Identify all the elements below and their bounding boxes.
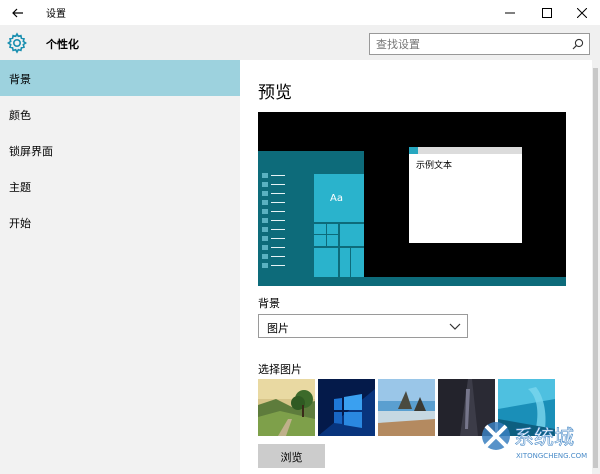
back-arrow-icon — [12, 8, 23, 17]
background-label: 背景 — [258, 297, 280, 310]
main-content: 预览 Aa 示例文本 背景 图片 选择图片 浏览 — [241, 60, 600, 474]
close-icon — [577, 7, 587, 18]
minimize-icon — [505, 12, 515, 13]
sidebar-item-label: 开始 — [9, 217, 31, 230]
preview-taskbar — [258, 277, 566, 286]
search-box[interactable] — [369, 33, 590, 55]
chevron-down-icon — [449, 323, 461, 330]
watermark-logo: 系统城 XITONGCHENG.COM — [482, 422, 587, 460]
maximize-icon — [542, 7, 552, 18]
page-title: 个性化 — [46, 38, 79, 51]
sidebar-item-lock-screen[interactable]: 锁屏界面 — [0, 132, 240, 168]
browse-button-label: 浏览 — [280, 452, 303, 464]
background-preview: Aa 示例文本 — [258, 112, 566, 286]
sidebar-item-label: 锁屏界面 — [9, 145, 53, 158]
sidebar-item-label: 背景 — [9, 73, 31, 86]
picture-thumbnail-beach[interactable] — [378, 379, 435, 436]
preview-sample-text: 示例文本 — [416, 161, 453, 171]
watermark-text: 系统城 — [514, 425, 574, 449]
scrollbar-thumb[interactable] — [593, 68, 598, 468]
sidebar-item-themes[interactable]: 主题 — [0, 168, 240, 204]
settings-window: 设置 个性化 查找设置 背景 颜色 锁屏界面 主题 开始 预览 Aa 示例文本 … — [0, 0, 600, 474]
sidebar-item-label: 颜色 — [9, 109, 31, 122]
site-watermark: 系统城 XITONGCHENG.COM — [480, 414, 598, 470]
maximize-button[interactable] — [529, 0, 565, 25]
preview-heading: 预览 — [258, 83, 292, 103]
sidebar-item-colors[interactable]: 颜色 — [0, 96, 240, 132]
sidebar-item-start[interactable]: 开始 — [0, 204, 240, 240]
preview-tiles: Aa — [314, 174, 364, 278]
browse-button[interactable]: 浏览 — [258, 444, 325, 468]
gear-icon — [6, 32, 28, 54]
preview-app-list — [262, 173, 288, 273]
sidebar-item-label: 主题 — [9, 181, 31, 194]
search-input[interactable] — [376, 37, 566, 51]
watermark-subtext: XITONGCHENG.COM — [516, 452, 587, 460]
background-type-dropdown[interactable]: 图片 — [258, 314, 468, 338]
title-bar: 设置 — [0, 0, 600, 25]
picture-thumbnail-landscape[interactable] — [258, 379, 315, 436]
preview-sample-window: 示例文本 — [409, 147, 522, 243]
page-header: 个性化 — [0, 25, 600, 60]
picture-thumbnail-windows-logo[interactable] — [318, 379, 375, 436]
sidebar-item-background[interactable]: 背景 — [0, 60, 240, 96]
window-title: 设置 — [46, 9, 66, 20]
search-icon[interactable] — [571, 37, 585, 51]
close-button[interactable] — [564, 0, 600, 25]
sidebar: 背景 颜色 锁屏界面 主题 开始 — [0, 60, 240, 474]
dropdown-value: 图片 — [267, 322, 289, 335]
back-button[interactable] — [0, 0, 36, 25]
preview-tile-label: Aa — [330, 193, 343, 204]
minimize-button[interactable] — [492, 0, 528, 25]
choose-picture-label: 选择图片 — [258, 363, 302, 376]
